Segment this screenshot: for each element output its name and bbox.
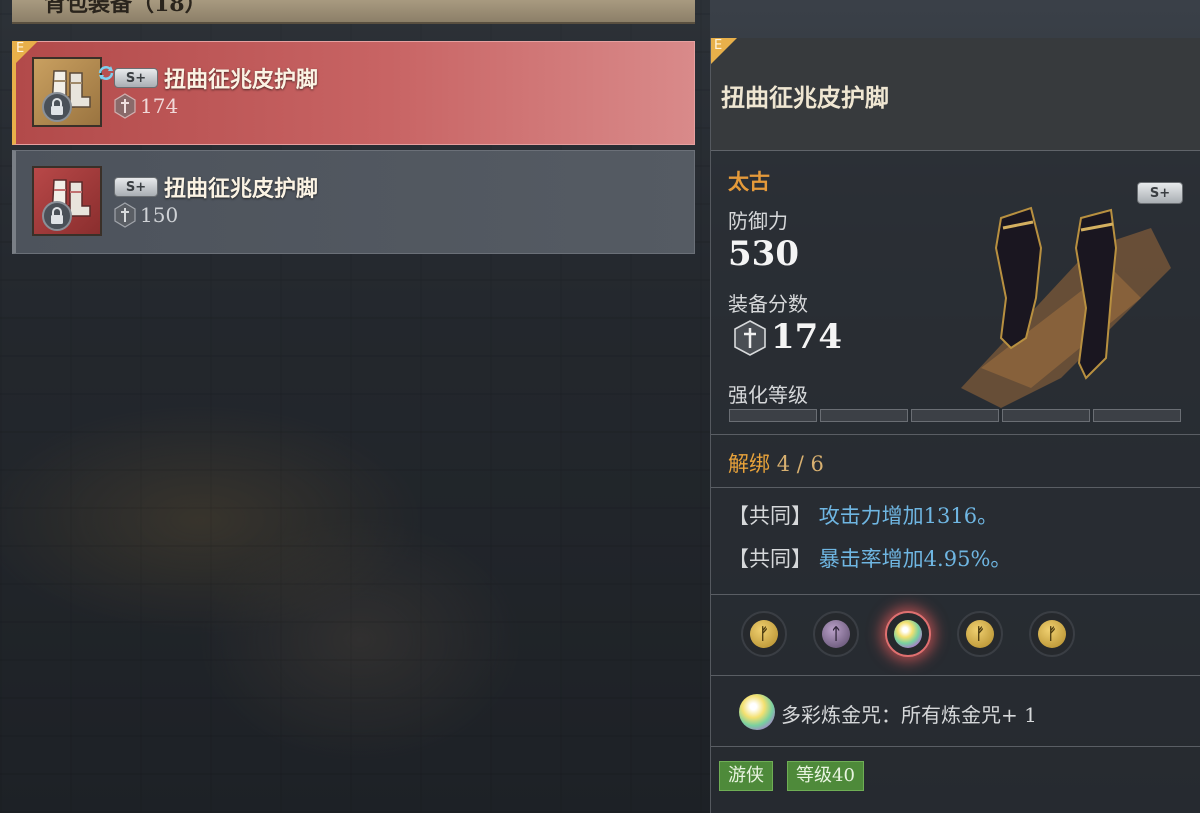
effect-text: 暴击率增加4.95%。 [818,547,1012,571]
rune-slot[interactable]: ᚠ [957,611,1003,657]
rune-slot[interactable]: ᚠ [741,611,787,657]
enhance-segment [729,409,817,422]
gear-score-icon [734,320,766,356]
enhance-label: 强化等级 [728,383,808,407]
gear-score-value: 174 [771,317,842,357]
divider [711,434,1200,435]
refresh-icon [98,66,114,80]
enhance-segment [820,409,908,422]
alchemy-text: 多彩炼金咒：所有炼金咒+ 1 [781,703,1037,727]
unbind-status: 解绑 4 / 6 [728,448,824,478]
inventory-header-label: 背包装备（18） [44,0,207,17]
defense-value: 530 [728,234,799,274]
effect-line: 【共同】 暴击率增加4.95%。 [728,543,1011,573]
gear-score-label: 装备分数 [728,292,808,316]
rune-slot[interactable]: ᚠ [1029,611,1075,657]
unbind-count: 4 / 6 [776,452,824,476]
effect-tag: 【共同】 [728,547,812,571]
tier-label: 太古 [728,169,770,194]
item-icon [32,166,102,236]
grade-label: E [714,38,723,53]
effect-line: 【共同】 攻击力增加1316。 [728,500,998,530]
tier-badge: S+ [114,177,158,197]
rune-slot[interactable]: ᛏ [813,611,859,657]
inventory-item-row[interactable]: S+ 扭曲征兆皮护脚 150 [12,150,695,254]
greaves-illustration [961,206,1171,408]
unbind-label: 解绑 [728,452,770,476]
divider [711,675,1200,676]
lock-icon [42,92,72,122]
inventory-item-row[interactable]: E S+ 扭曲征兆皮护脚 174 [12,41,695,145]
divider [711,594,1200,595]
divider [711,746,1200,747]
divider [711,487,1200,488]
item-name: 扭曲征兆皮护脚 [164,67,319,93]
defense-label: 防御力 [728,209,788,233]
rune-slot[interactable] [885,611,931,657]
effect-text: 攻击力增加1316。 [818,504,999,528]
effect-tag: 【共同】 [728,504,812,528]
detail-header: E 扭曲征兆皮护脚 [711,38,1200,151]
detail-title: 扭曲征兆皮护脚 [721,83,889,112]
gear-score-icon [114,93,136,119]
gear-score-value: 150 [140,203,179,227]
enhance-segment [1093,409,1181,422]
lock-icon [42,201,72,231]
item-detail-panel: E 扭曲征兆皮护脚 太古 S+ 防御力 530 装备分数 174 强化等级 解绑… [710,38,1200,813]
item-icon [32,57,114,127]
gear-score-icon [114,202,136,228]
enhance-segment [911,409,999,422]
inventory-header: 背包装备（18） [12,0,695,24]
rainbow-orb-icon [894,620,922,648]
enhance-level-bar [729,409,1184,423]
gear-score-value: 174 [140,94,179,118]
grade-label: E [16,41,25,56]
item-name: 扭曲征兆皮护脚 [164,176,319,202]
level-tag: 等级40 [787,761,864,791]
tier-badge: S+ [114,68,158,88]
enhance-segment [1002,409,1090,422]
class-tag: 游侠 [719,761,773,791]
rainbow-orb-icon [739,694,775,730]
